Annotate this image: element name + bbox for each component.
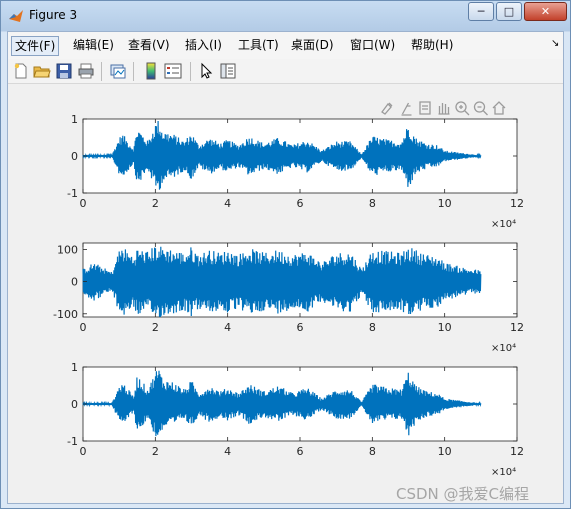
new-figure-icon[interactable] <box>12 62 30 80</box>
x-tick-label: 12 <box>510 197 524 210</box>
x-tick-label: 6 <box>297 197 304 210</box>
zoom-in-icon[interactable] <box>455 101 470 116</box>
title-bar[interactable]: Figure 3 ─ □ ✕ <box>1 1 570 31</box>
x-tick-label: 4 <box>224 445 231 458</box>
x-tick-label: 2 <box>152 197 159 210</box>
data-tips-icon[interactable] <box>401 102 412 116</box>
close-button[interactable]: ✕ <box>524 2 567 21</box>
save-icon[interactable] <box>55 62 73 80</box>
open-file-icon[interactable] <box>33 62 51 80</box>
x-tick-label: 0 <box>80 197 87 210</box>
x-tick-label: 8 <box>369 321 376 334</box>
x-tick-label: 12 <box>510 445 524 458</box>
x-tick-label: 10 <box>438 321 452 334</box>
menu-edit[interactable]: 编辑(E) <box>70 36 117 56</box>
chevron-right-icon[interactable]: ↘ <box>551 38 559 49</box>
y-tick-label: 100 <box>57 243 78 256</box>
y-tick-label: 1 <box>71 113 78 126</box>
figure-plots: 0 2 4 6 8 10 12×10⁴-1010 2 4 6 8 10 12×10⁴1000-1000 2… <box>53 101 524 478</box>
x-tick-label: 6 <box>297 445 304 458</box>
menu-file[interactable]: 文件(F) <box>11 36 60 56</box>
figure-canvas: 0 2 4 6 8 10 12 ×10⁴ -1 0 1 0 2 4 6 8 10 12 ×10⁴ 100 0 -100 0 2… <box>8 85 563 503</box>
y-tick-label: -1 <box>67 435 78 448</box>
toolbar-separator <box>101 62 102 81</box>
y-tick-label: 1 <box>71 361 78 374</box>
menu-view[interactable]: 查看(V) <box>125 36 173 56</box>
y-tick-label: 0 <box>71 398 78 411</box>
menu-insert[interactable]: 插入(I) <box>182 36 225 56</box>
x-exponent-label: ×10⁴ <box>491 343 516 354</box>
pan-hand-icon[interactable] <box>438 103 450 115</box>
x-exponent-label: ×10⁴ <box>491 467 516 478</box>
menu-window[interactable]: 窗口(W) <box>347 36 398 56</box>
x-tick-label: 2 <box>152 321 159 334</box>
x-tick-label: 8 <box>369 445 376 458</box>
y-tick-label: -1 <box>67 187 78 200</box>
y-tick-label: 0 <box>71 276 78 289</box>
x-tick-label: 4 <box>224 197 231 210</box>
x-tick-label: 4 <box>224 321 231 334</box>
x-tick-label: 0 <box>80 321 87 334</box>
x-tick-label: 0 <box>80 445 87 458</box>
insert-colorbar-icon[interactable] <box>142 62 160 80</box>
home-icon[interactable] <box>492 101 506 115</box>
minimize-button[interactable]: ─ <box>468 2 494 21</box>
y-tick-label: -100 <box>53 308 78 321</box>
x-tick-label: 2 <box>152 445 159 458</box>
x-tick-label: 12 <box>510 321 524 334</box>
print-icon[interactable] <box>77 62 95 80</box>
y-tick-label: 0 <box>71 150 78 163</box>
matlab-logo-icon <box>9 10 23 22</box>
menu-desktop[interactable]: 桌面(D) <box>288 36 337 56</box>
menu-bar: 文件(F) 编辑(E) 查看(V) 插入(I) 工具(T) 桌面(D) 窗口(W… <box>8 32 563 59</box>
edit-plot-arrow-icon[interactable] <box>198 62 216 80</box>
watermark: CSDN @我爱C编程 <box>396 485 530 503</box>
zoom-out-icon[interactable] <box>473 101 488 116</box>
maximize-button[interactable]: □ <box>496 2 522 21</box>
export-icon[interactable] <box>419 101 431 115</box>
x-tick-label: 10 <box>438 197 452 210</box>
brush-icon[interactable] <box>381 102 393 115</box>
window-title: Figure 3 <box>29 8 78 22</box>
menu-tools[interactable]: 工具(T) <box>235 36 282 56</box>
figure-toolbar <box>8 59 563 84</box>
toolbar-separator <box>133 62 134 81</box>
menu-help[interactable]: 帮助(H) <box>408 36 456 56</box>
x-tick-label: 10 <box>438 445 452 458</box>
insert-legend-icon[interactable] <box>164 62 182 80</box>
client-area: 文件(F) 编辑(E) 查看(V) 插入(I) 工具(T) 桌面(D) 窗口(W… <box>7 31 564 504</box>
figure-window: Figure 3 ─ □ ✕ 文件(F) 编辑(E) 查看(V) 插入(I) 工… <box>0 0 571 509</box>
property-inspector-icon[interactable] <box>219 62 237 80</box>
x-tick-label: 8 <box>369 197 376 210</box>
x-tick-label: 6 <box>297 321 304 334</box>
link-plot-icon[interactable] <box>109 62 127 80</box>
x-exponent-label: ×10⁴ <box>491 219 516 230</box>
toolbar-separator <box>190 62 191 81</box>
